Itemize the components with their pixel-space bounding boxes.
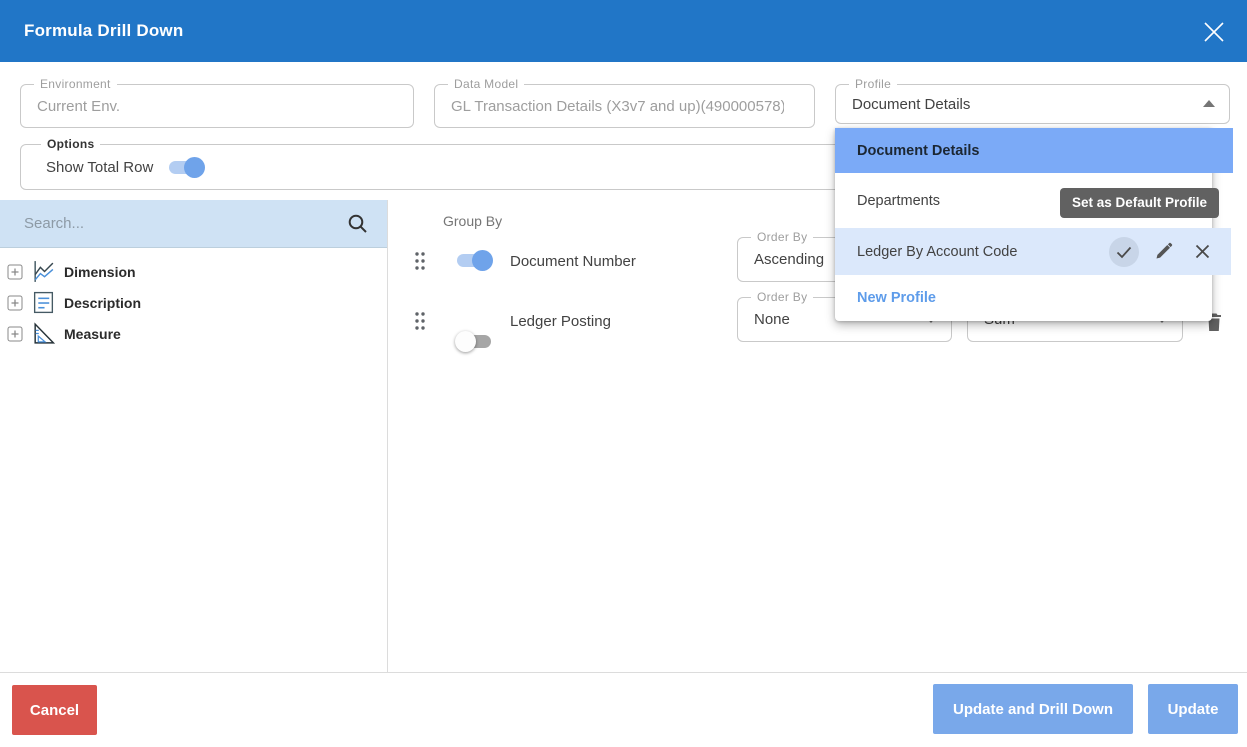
document-number-toggle[interactable] [455, 250, 493, 271]
modal-header: Formula Drill Down [0, 0, 1247, 62]
group-by-heading: Group By [443, 213, 502, 229]
drag-handle-icon[interactable] [413, 310, 427, 332]
dropdown-item-label: Ledger By Account Code [857, 244, 1017, 260]
close-icon[interactable] [1199, 17, 1229, 47]
dropdown-item-ledger-by-account-code[interactable]: Ledger By Account Code [835, 228, 1231, 275]
remove-x-icon[interactable] [1187, 237, 1217, 267]
tree-item-label: Dimension [64, 264, 136, 280]
dropdown-item-label: Document Details [857, 143, 979, 159]
confirm-check-icon[interactable] [1109, 237, 1139, 267]
group-by-field-name: Document Number [510, 253, 636, 270]
tree-item-label: Description [64, 295, 141, 311]
show-total-row-toggle[interactable] [167, 157, 205, 178]
line-chart-icon [31, 259, 56, 284]
cancel-button[interactable]: Cancel [12, 685, 97, 735]
group-by-field-name: Ledger Posting [510, 313, 611, 330]
environment-field[interactable]: Environment Current Env. [20, 84, 414, 128]
update-button[interactable]: Update [1148, 684, 1238, 734]
tree-item-description[interactable]: Description [7, 289, 377, 316]
tree-item-measure[interactable]: Measure [7, 320, 377, 347]
toggle-knob [472, 250, 493, 271]
toggle-knob [455, 331, 476, 352]
new-profile-link[interactable]: New Profile [835, 275, 1212, 321]
toggle-knob [184, 157, 205, 178]
drag-handle-icon[interactable] [413, 250, 427, 272]
footer-divider [0, 672, 1247, 673]
set-default-profile-tooltip: Set as Default Profile [1060, 188, 1219, 218]
modal-title: Formula Drill Down [24, 0, 183, 62]
dropdown-item-label: Departments [857, 193, 940, 209]
tree-item-dimension[interactable]: Dimension [7, 258, 377, 285]
show-total-row-label: Show Total Row [46, 159, 153, 176]
document-icon [31, 290, 56, 315]
environment-value: Current Env. [37, 85, 383, 127]
dropdown-item-document-details[interactable]: Document Details [835, 128, 1233, 173]
search-icon[interactable] [347, 213, 369, 235]
tree-item-label: Measure [64, 326, 121, 342]
set-square-icon [31, 321, 56, 346]
new-profile-label: New Profile [857, 290, 936, 306]
profile-select[interactable]: Profile Document Details [835, 84, 1230, 124]
profile-dropdown-menu: Document Details Departments Ledger By A… [835, 128, 1212, 321]
profile-value: Document Details [852, 85, 1199, 123]
edit-pencil-icon[interactable] [1148, 237, 1178, 267]
expand-plus-icon[interactable] [7, 295, 23, 311]
data-model-value: GL Transaction Details (X3v7 and up)(490… [451, 85, 784, 127]
update-and-drill-down-button[interactable]: Update and Drill Down [933, 684, 1133, 734]
expand-plus-icon[interactable] [7, 264, 23, 280]
search-input[interactable] [24, 200, 304, 247]
ledger-posting-toggle[interactable] [455, 331, 493, 352]
data-model-field[interactable]: Data Model GL Transaction Details (X3v7 … [434, 84, 815, 128]
sidebar-search-bar [0, 200, 387, 248]
panel-divider [387, 200, 388, 672]
chevron-up-icon [1203, 100, 1215, 107]
expand-plus-icon[interactable] [7, 326, 23, 342]
